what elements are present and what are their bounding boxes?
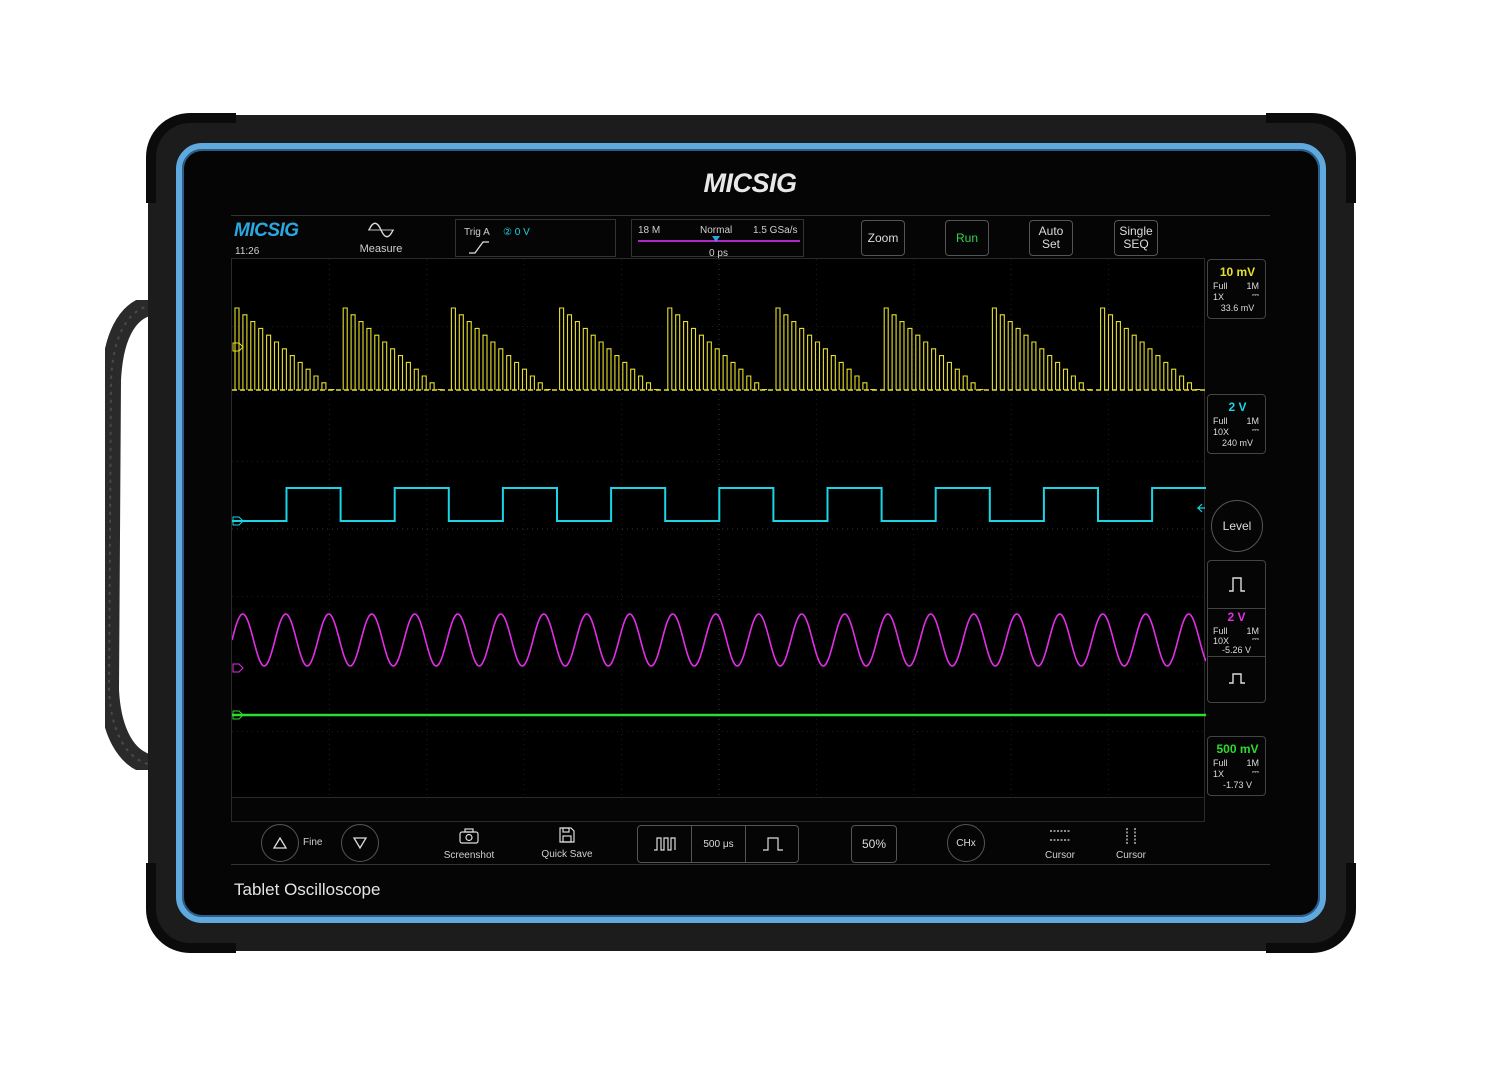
- single-seq-label-line2: SEQ: [1123, 237, 1149, 251]
- zoom-button[interactable]: Zoom: [861, 220, 905, 256]
- measure-label: Measure: [359, 243, 403, 255]
- ch2-waveform: [232, 487, 1206, 522]
- waveform-canvas: [232, 259, 1206, 799]
- trigger-mode: Normal: [700, 225, 733, 236]
- chx-button[interactable]: CHx: [947, 824, 985, 862]
- vertical-cursor-button[interactable]: Cursor: [1101, 827, 1161, 861]
- triangle-up-icon: [272, 836, 288, 849]
- auto-set-label-line2: Set: [1041, 237, 1060, 251]
- vertical-cursor-label: Cursor: [1115, 850, 1146, 861]
- timebase-increase-button[interactable]: [746, 826, 799, 862]
- quick-save-label: Quick Save: [541, 849, 593, 860]
- dc-coupling-icon: ⎓: [1251, 290, 1259, 300]
- pulse-up-icon[interactable]: [1208, 561, 1265, 607]
- timebase-decrease-button[interactable]: [638, 826, 691, 862]
- vertical-cursor-icon: [1126, 828, 1136, 844]
- plot-status-strip: [231, 798, 1205, 822]
- ch1-waveform: [234, 307, 1200, 391]
- fine-label: Fine: [303, 837, 323, 848]
- ch3-settings-panel[interactable]: 2 V Full 1M 10X ⎓ -5.26 V: [1207, 560, 1266, 703]
- timebase-control-group: 500 μs: [637, 825, 799, 863]
- ch2-settings-panel[interactable]: 2 V Full 1M 10X ⎓ 240 mV: [1207, 394, 1266, 454]
- ch1-bandwidth: Full: [1213, 281, 1228, 291]
- chx-label: CHx: [956, 837, 976, 849]
- ch1-probe: 1X: [1213, 292, 1225, 302]
- oscilloscope-ui: MICSIG 11:26 Measure Trig A ② 0 V 18 M N…: [231, 215, 1270, 865]
- trigger-panel[interactable]: Trig A ② 0 V: [455, 219, 616, 257]
- top-bar: MICSIG 11:26 Measure Trig A ② 0 V 18 M N…: [231, 215, 1270, 259]
- auto-set-button[interactable]: Auto Set: [1029, 220, 1073, 256]
- fifty-percent-label: 50%: [861, 837, 887, 851]
- waveform-display[interactable]: [231, 258, 1206, 799]
- trigger-label: Trig A: [464, 227, 490, 238]
- ch3-scale: 2 V: [1227, 610, 1246, 624]
- single-pulse-icon: [762, 837, 783, 851]
- ch1-offset: 33.6 mV: [1220, 303, 1255, 313]
- app-logo: MICSIG: [234, 220, 299, 241]
- timebase-value[interactable]: 500 μs: [692, 826, 745, 862]
- trigger-position-pointer[interactable]: [712, 236, 720, 242]
- ch4-bandwidth: Full: [1213, 758, 1228, 768]
- screenshot-button[interactable]: Screenshot: [436, 827, 502, 861]
- ch2-scale: 2 V: [1228, 400, 1247, 414]
- sample-rate: 1.5 GSa/s: [753, 225, 798, 236]
- screenshot-label: Screenshot: [443, 850, 495, 861]
- sine-wave-icon: [368, 222, 394, 238]
- trigger-source-level: ② 0 V: [503, 227, 530, 238]
- ch4-scale: 500 mV: [1216, 742, 1259, 756]
- pulse-train-icon: [653, 837, 676, 851]
- fine-up-button[interactable]: [261, 824, 299, 862]
- ch2-bandwidth: Full: [1213, 416, 1228, 426]
- pulse-down-icon[interactable]: [1208, 657, 1265, 703]
- trigger-50-percent-button[interactable]: 50%: [851, 825, 897, 863]
- clock: 11:26: [235, 246, 260, 257]
- single-seq-button[interactable]: Single SEQ: [1114, 220, 1158, 256]
- auto-set-label: Auto Set: [1039, 225, 1064, 251]
- rising-edge-icon: [469, 241, 489, 254]
- screenshot-stage: MICSIG Tablet Oscilloscope MICSIG 11:26 …: [0, 0, 1500, 1065]
- dc-coupling-icon: ⎓: [1251, 425, 1259, 435]
- triangle-down-icon: [352, 837, 368, 850]
- level-button[interactable]: Level: [1211, 500, 1263, 552]
- quick-save-button[interactable]: Quick Save: [534, 826, 600, 860]
- model-label: Tablet Oscilloscope: [234, 880, 381, 899]
- ch2-probe: 10X: [1213, 427, 1230, 437]
- horizontal-cursor-label: Cursor: [1044, 850, 1075, 861]
- memory-depth: 18 M: [638, 225, 661, 236]
- auto-set-label-line1: Auto: [1038, 224, 1064, 238]
- camera-icon: [459, 828, 479, 844]
- timebase-panel[interactable]: 18 M Normal 1.5 GSa/s 0 ps: [631, 219, 804, 259]
- horizontal-cursor-button[interactable]: Cursor: [1030, 827, 1090, 861]
- single-seq-label: Single SEQ: [1119, 225, 1152, 251]
- zoom-label: Zoom: [867, 230, 899, 245]
- floppy-save-icon: [559, 827, 575, 843]
- run-label: Run: [955, 230, 978, 245]
- ch1-scale: 10 mV: [1219, 265, 1256, 279]
- horizontal-cursor-icon: [1050, 830, 1070, 841]
- ch3-bandwidth: Full: [1213, 626, 1228, 636]
- divider: [1208, 608, 1265, 609]
- fine-down-button[interactable]: [341, 824, 379, 862]
- single-seq-label-line1: Single: [1119, 224, 1153, 238]
- dc-coupling-icon: ⎓: [1251, 634, 1259, 644]
- ch4-probe: 1X: [1213, 769, 1225, 779]
- level-label: Level: [1222, 519, 1252, 533]
- trigger-level-marker: [1196, 503, 1205, 513]
- ch2-offset: 240 mV: [1221, 438, 1254, 448]
- device-brand-logo: MICSIG: [703, 168, 797, 198]
- run-button[interactable]: Run: [945, 220, 989, 256]
- ch4-settings-panel[interactable]: 500 mV Full 1M 1X ⎓ -1.73 V: [1207, 736, 1266, 796]
- ch4-offset: -1.73 V: [1222, 780, 1253, 790]
- channel-3-marker: [232, 663, 244, 673]
- dc-coupling-icon: ⎓: [1251, 767, 1259, 777]
- bottom-toolbar: Fine Screenshot Quick Save 500 μs 50% CH…: [231, 822, 1270, 865]
- ch1-settings-panel[interactable]: 10 mV Full 1M 1X ⎓ 33.6 mV: [1207, 259, 1266, 319]
- ch3-offset: -5.26 V: [1221, 645, 1252, 655]
